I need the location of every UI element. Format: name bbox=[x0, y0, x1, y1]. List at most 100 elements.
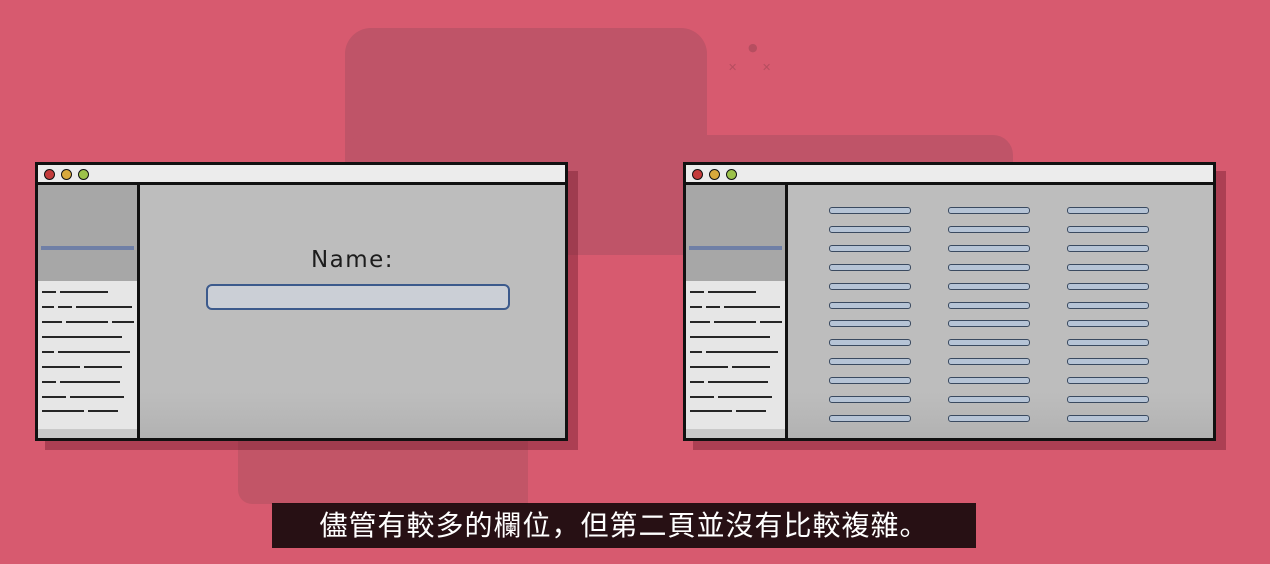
form-field-input[interactable] bbox=[1067, 358, 1149, 366]
multi-field-window bbox=[683, 162, 1216, 441]
form-field-input[interactable] bbox=[948, 263, 1030, 271]
form-field-input[interactable] bbox=[948, 244, 1030, 252]
sidebar-text-line bbox=[60, 381, 120, 383]
window-maximize-dot-icon[interactable] bbox=[726, 169, 737, 180]
form-field-input[interactable] bbox=[1067, 244, 1149, 252]
sidebar-text-line bbox=[84, 366, 122, 368]
form-field-input[interactable] bbox=[948, 207, 1030, 214]
form-field-input[interactable] bbox=[829, 320, 911, 328]
form-field-input[interactable] bbox=[1067, 414, 1149, 422]
sidebar-text-line bbox=[690, 381, 704, 383]
window-titlebar bbox=[686, 165, 1213, 185]
sidebar-text-line bbox=[706, 351, 778, 353]
sidebar-text-line bbox=[690, 396, 714, 398]
form-field-input[interactable] bbox=[948, 225, 1030, 233]
window-maximize-dot-icon[interactable] bbox=[78, 169, 89, 180]
sidebar-text-line bbox=[724, 306, 780, 308]
form-field-input[interactable] bbox=[829, 263, 911, 271]
form-field-input[interactable] bbox=[829, 301, 911, 309]
sidebar-text-line bbox=[70, 396, 124, 398]
sidebar-text-line bbox=[42, 336, 122, 338]
sparkle-icon: ✕ bbox=[762, 61, 772, 74]
form-field-input[interactable] bbox=[1067, 282, 1149, 290]
form-field-input[interactable] bbox=[829, 207, 911, 214]
sidebar-text-line bbox=[60, 291, 108, 293]
sidebar-text-line bbox=[690, 321, 710, 323]
form-field-input[interactable] bbox=[829, 358, 911, 366]
form-field-input[interactable] bbox=[948, 320, 1030, 328]
sidebar-highlight bbox=[41, 246, 134, 250]
sidebar-text-line bbox=[708, 291, 756, 293]
sidebar-text-line bbox=[690, 291, 704, 293]
sidebar-text-line bbox=[42, 306, 54, 308]
form-field-input[interactable] bbox=[948, 414, 1030, 422]
window-close-dot-icon[interactable] bbox=[44, 169, 55, 180]
form-field-input[interactable] bbox=[1067, 301, 1149, 309]
form-field-input[interactable] bbox=[829, 414, 911, 422]
form-field-input[interactable] bbox=[1067, 320, 1149, 328]
form-field-input[interactable] bbox=[948, 358, 1030, 366]
form-field-input[interactable] bbox=[829, 396, 911, 403]
sidebar-text-line bbox=[736, 410, 766, 412]
window-minimize-dot-icon[interactable] bbox=[709, 169, 720, 180]
window-close-dot-icon[interactable] bbox=[692, 169, 703, 180]
form-field-input[interactable] bbox=[1067, 377, 1149, 385]
form-field-input[interactable] bbox=[948, 282, 1030, 290]
sidebar-text-line bbox=[42, 291, 56, 293]
sidebar-footer bbox=[686, 429, 785, 438]
sparkle-icon: ✕ bbox=[728, 61, 738, 74]
form-field-input[interactable] bbox=[829, 244, 911, 252]
form-field-input[interactable] bbox=[829, 282, 911, 290]
form-field-input[interactable] bbox=[948, 301, 1030, 309]
window-minimize-dot-icon[interactable] bbox=[61, 169, 72, 180]
sidebar-text-line bbox=[42, 396, 66, 398]
form-field-input[interactable] bbox=[948, 396, 1030, 403]
sidebar-text-line bbox=[708, 381, 768, 383]
form-field-input[interactable] bbox=[1067, 396, 1149, 403]
sidebar-text-line bbox=[66, 321, 108, 323]
sidebar-text-line bbox=[760, 321, 782, 323]
sidebar-footer bbox=[38, 429, 137, 438]
sidebar-text-line bbox=[76, 306, 132, 308]
sidebar-text-line bbox=[112, 321, 134, 323]
sidebar-text-line bbox=[732, 366, 770, 368]
field-grid bbox=[788, 185, 1213, 438]
form-content: Name: bbox=[140, 185, 565, 438]
form-field-input[interactable] bbox=[948, 339, 1030, 347]
sidebar bbox=[686, 185, 788, 438]
sidebar-text-line bbox=[690, 410, 732, 412]
form-field-input[interactable] bbox=[1067, 225, 1149, 233]
name-label: Name: bbox=[310, 247, 395, 273]
sidebar-text-line bbox=[42, 351, 54, 353]
window-titlebar bbox=[38, 165, 565, 185]
sidebar-text-line bbox=[690, 306, 702, 308]
sidebar bbox=[38, 185, 140, 438]
sidebar-highlight bbox=[689, 246, 782, 250]
form-field-input[interactable] bbox=[829, 339, 911, 347]
sidebar-text-line bbox=[42, 381, 56, 383]
sidebar-text-line bbox=[706, 306, 720, 308]
form-field-input[interactable] bbox=[1067, 263, 1149, 271]
form-field-input[interactable] bbox=[829, 225, 911, 233]
form-field-input[interactable] bbox=[1067, 207, 1149, 214]
form-window: Name: bbox=[35, 162, 568, 441]
name-input[interactable] bbox=[206, 284, 510, 310]
sidebar-text-line bbox=[58, 351, 130, 353]
sidebar-text-line bbox=[42, 366, 80, 368]
sidebar-header bbox=[38, 185, 137, 281]
sidebar-text-line bbox=[690, 351, 702, 353]
sidebar-header bbox=[686, 185, 785, 281]
sidebar-text-line bbox=[42, 410, 84, 412]
form-field-input[interactable] bbox=[1067, 339, 1149, 347]
sidebar-text-line bbox=[58, 306, 72, 308]
sidebar-text-line bbox=[690, 336, 770, 338]
sidebar-text-line bbox=[690, 366, 728, 368]
subtitle-caption: 儘管有較多的欄位，但第二頁並沒有比較複雜。 bbox=[272, 503, 976, 548]
sidebar-text-line bbox=[714, 321, 756, 323]
sidebar-text-line bbox=[42, 321, 62, 323]
form-field-input[interactable] bbox=[948, 377, 1030, 385]
sidebar-text-line bbox=[88, 410, 118, 412]
form-field-input[interactable] bbox=[829, 377, 911, 385]
sidebar-text-line bbox=[718, 396, 772, 398]
sparkle-icon: ● bbox=[748, 41, 758, 54]
